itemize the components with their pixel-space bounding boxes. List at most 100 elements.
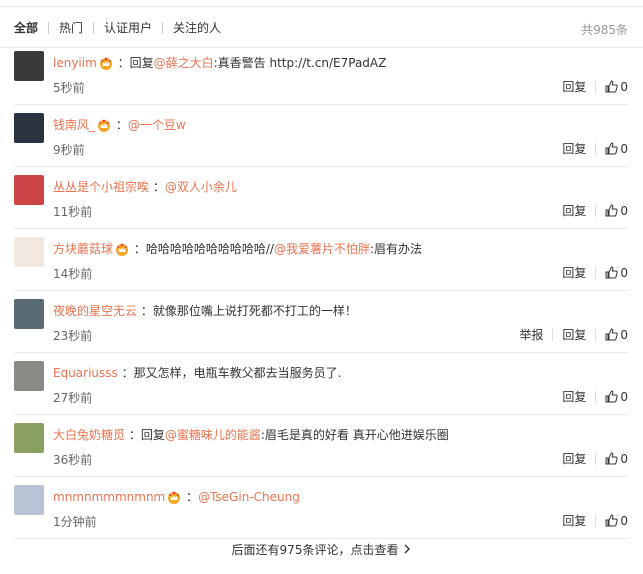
comment-time: 36秒前 — [53, 453, 93, 467]
comment-username[interactable]: 钱南风_ — [53, 118, 95, 132]
comment-text: :眉有办法 — [369, 242, 422, 256]
comment-content: 方块蘑菇球 ：哈哈哈哈哈哈哈哈哈哈//@我爱薯片不怕胖:眉有办法 — [53, 241, 422, 260]
comment-time: 5秒前 — [53, 81, 85, 95]
mention-link[interactable]: @双人小余儿 — [165, 180, 237, 194]
mention-link[interactable]: @一个豆w — [128, 118, 186, 132]
tab-hot[interactable]: 热门 — [59, 20, 83, 36]
load-more-comments[interactable]: 后面还有975条评论，点击查看 — [0, 541, 643, 558]
action-divider — [595, 142, 597, 155]
comment-text: :眉毛是真的好看 真开心他进娱乐圈 — [260, 428, 449, 442]
comment-total-count: 共985条 — [581, 23, 628, 37]
action-divider — [595, 328, 597, 341]
like-button[interactable]: 0 — [605, 390, 628, 404]
colon-separator: ： — [117, 366, 134, 380]
thumbs-up-icon — [605, 204, 620, 217]
like-button[interactable]: 0 — [605, 204, 628, 218]
comment-content: 钱南风_ ：@一个豆w — [53, 117, 186, 136]
thumbs-up-icon — [605, 452, 620, 465]
tab-verified[interactable]: 认证用户 — [104, 20, 152, 36]
avatar[interactable] — [14, 113, 44, 143]
comment-text: 那又怎样，电瓶车教父都去当服务员了. — [133, 366, 342, 380]
thumbs-up-icon — [605, 390, 620, 403]
reply-button[interactable]: 回复 — [562, 450, 586, 467]
like-count: 0 — [620, 203, 628, 218]
reply-button[interactable]: 回复 — [562, 202, 586, 219]
comment-item: mnmnmmmnmnm ：@TseGin-Cheung 1分钟前 回复 0 — [14, 477, 628, 539]
comment-item: 夜晚的星空无云 ：就像那位嘴上说打死都不打工的一样！ 23秒前 举报 回复 0 — [14, 291, 628, 353]
report-button[interactable]: 举报 — [519, 326, 543, 343]
comment-content: Equariusss ：那又怎样，电瓶车教父都去当服务员了. — [53, 365, 341, 381]
avatar[interactable] — [14, 237, 44, 267]
like-button[interactable]: 0 — [605, 266, 628, 280]
action-divider — [595, 266, 597, 279]
comment-list: lenyiim ：回复@薛之大白:真香警告 http://t.cn/E7PadA… — [0, 43, 643, 539]
colon-separator: ： — [182, 490, 199, 504]
tab-all[interactable]: 全部 — [14, 20, 38, 36]
avatar[interactable] — [14, 51, 44, 81]
avatar[interactable] — [14, 485, 44, 515]
comment-username[interactable]: Equariusss — [53, 366, 118, 380]
reply-button[interactable]: 回复 — [562, 78, 586, 95]
comment-content: lenyiim ：回复@薛之大白:真香警告 http://t.cn/E7PadA… — [53, 55, 386, 74]
member-crown-icon — [167, 491, 181, 508]
avatar[interactable] — [14, 423, 44, 453]
comment-actions: 回复 0 — [562, 388, 628, 405]
comment-time: 11秒前 — [53, 205, 93, 219]
comment-time: 27秒前 — [53, 391, 93, 405]
reply-prefix: 回复 — [140, 428, 165, 442]
member-crown-icon — [99, 57, 113, 74]
comment-actions: 举报 回复 0 — [519, 326, 628, 343]
like-button[interactable]: 0 — [605, 514, 628, 528]
comment-username[interactable]: 方块蘑菇球 — [53, 242, 113, 256]
comment-username[interactable]: 夜晚的星空无云 — [53, 304, 137, 318]
comment-username[interactable]: mnmnmmmnmnm — [53, 490, 165, 504]
action-divider — [595, 80, 597, 93]
like-button[interactable]: 0 — [605, 142, 628, 156]
action-divider — [595, 452, 597, 465]
mention-link[interactable]: @我爱薯片不怕胖 — [274, 242, 370, 256]
mention-link[interactable]: @薛之大白 — [154, 56, 214, 70]
like-count: 0 — [620, 141, 628, 156]
comment-username[interactable]: 大白兔奶糖觅 — [53, 428, 125, 442]
comment-actions: 回复 0 — [562, 450, 628, 467]
reply-button[interactable]: 回复 — [562, 264, 586, 281]
avatar[interactable] — [14, 175, 44, 205]
mention-link[interactable]: @蜜糖味儿的能酱 — [165, 428, 261, 442]
comment-item: 大白兔奶糖觅 ：回复@蜜糖味儿的能酱:眉毛是真的好看 真开心他进娱乐圈 36秒前 回… — [14, 415, 628, 477]
like-button[interactable]: 0 — [605, 80, 628, 94]
tab-following[interactable]: 关注的人 — [173, 20, 221, 36]
like-button[interactable]: 0 — [605, 328, 628, 342]
colon-separator: ： — [149, 180, 165, 194]
thumbs-up-icon — [605, 328, 620, 341]
thumbs-up-icon — [605, 514, 620, 527]
member-crown-icon — [115, 243, 129, 260]
reply-button[interactable]: 回复 — [562, 512, 586, 529]
colon-separator: ： — [113, 56, 130, 70]
reply-button[interactable]: 回复 — [562, 140, 586, 157]
comment-actions: 回复 0 — [562, 264, 628, 281]
comment-actions: 回复 0 — [562, 140, 628, 157]
avatar[interactable] — [14, 299, 44, 329]
like-count: 0 — [620, 389, 628, 404]
chevron-right-icon — [404, 543, 411, 557]
comment-username[interactable]: 丛丛是个小祖宗唉 — [53, 180, 149, 194]
member-crown-icon — [97, 119, 111, 136]
comment-actions: 回复 0 — [562, 202, 628, 219]
comment-content: 大白兔奶糖觅 ：回复@蜜糖味儿的能酱:眉毛是真的好看 真开心他进娱乐圈 — [53, 427, 449, 443]
reply-prefix: 回复 — [129, 56, 154, 70]
like-count: 0 — [620, 513, 628, 528]
reply-button[interactable]: 回复 — [562, 388, 586, 405]
reply-button[interactable]: 回复 — [562, 326, 586, 343]
comment-content: 丛丛是个小祖宗唉 ：@双人小余儿 — [53, 179, 237, 195]
comment-content: mnmnmmmnmnm ：@TseGin-Cheung — [53, 489, 300, 508]
avatar[interactable] — [14, 361, 44, 391]
action-divider — [595, 390, 597, 403]
comment-time: 1分钟前 — [53, 515, 97, 529]
colon-separator: ： — [112, 118, 128, 132]
comment-username[interactable]: lenyiim — [53, 56, 97, 70]
like-count: 0 — [620, 265, 628, 280]
comment-filter-bar: 全部 热门 认证用户 关注的人 共985条 — [0, 6, 643, 48]
like-button[interactable]: 0 — [605, 452, 628, 466]
mention-link[interactable]: @TseGin-Cheung — [198, 490, 300, 504]
comment-item: 丛丛是个小祖宗唉 ：@双人小余儿 11秒前 回复 0 — [14, 167, 628, 229]
